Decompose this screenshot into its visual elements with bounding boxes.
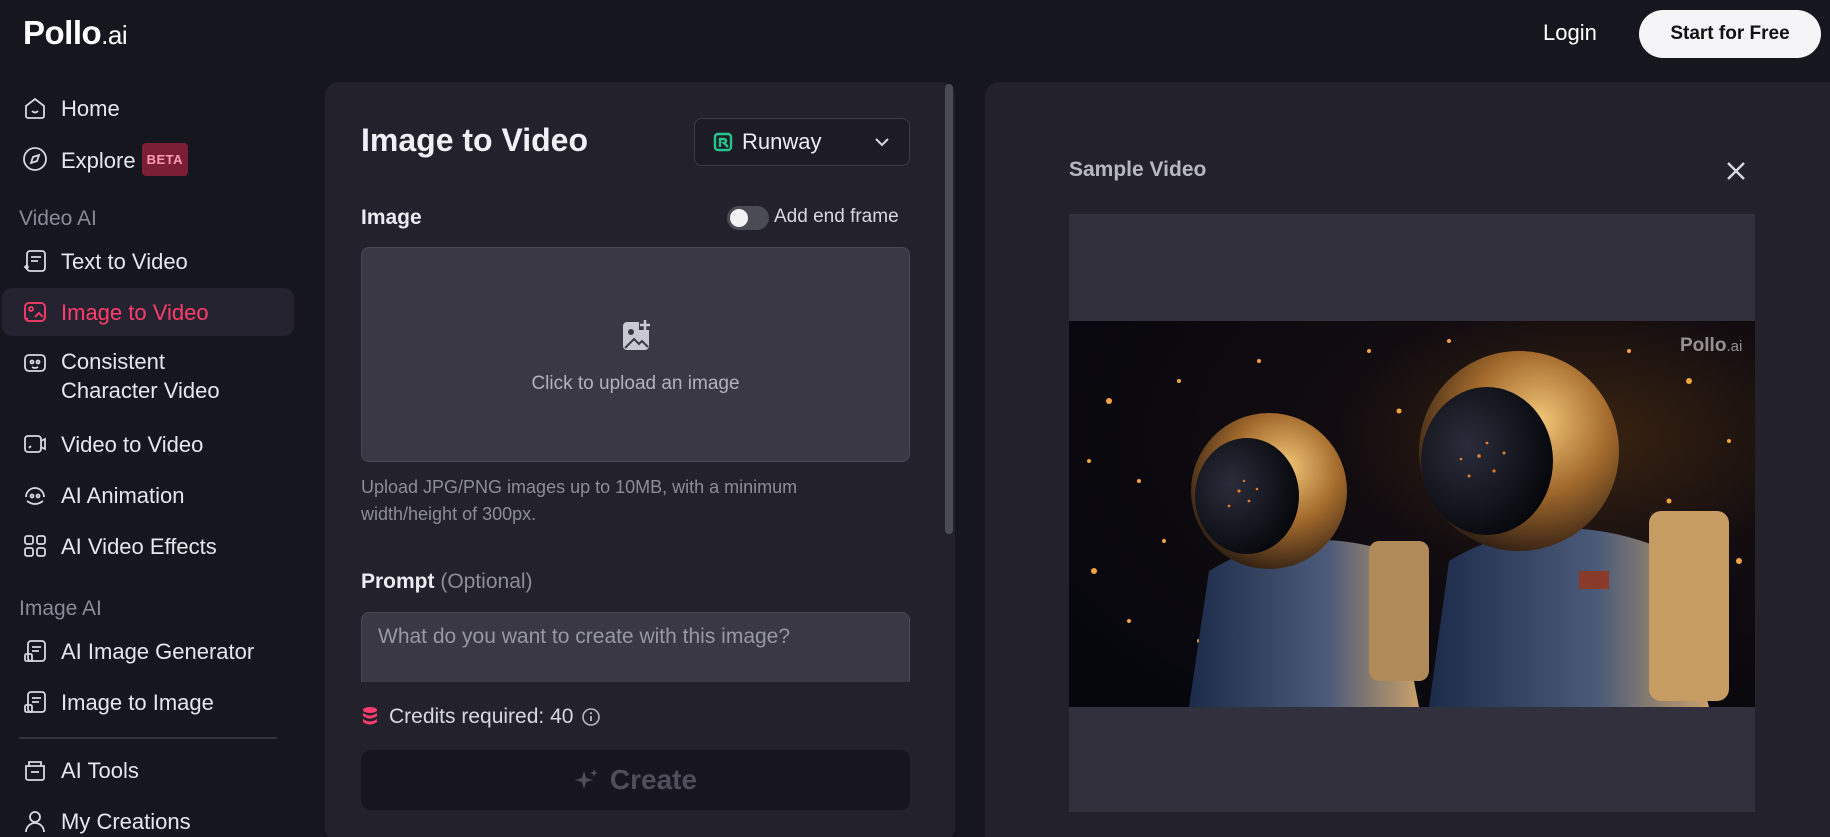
sidebar-item-text-to-video[interactable]: Text to Video (2, 237, 294, 285)
pollo-logo[interactable]: Pollo.ai (23, 14, 128, 52)
sidebar-item-ai-video-effects[interactable]: AI Video Effects (2, 522, 294, 570)
prompt-input[interactable] (361, 612, 910, 682)
sparkle-icon (574, 769, 598, 789)
image-image-icon (20, 687, 50, 717)
section-image-ai: Image AI (19, 597, 102, 620)
sidebar-item-consistent-character[interactable]: Consistent Character Video (2, 339, 294, 413)
credits-text: Credits required: 40 (389, 705, 574, 728)
sidebar-item-label: AI Video Effects (61, 533, 217, 559)
sidebar-item-label: Video to Video (61, 431, 204, 457)
sidebar-item-ai-animation[interactable]: AI Animation (2, 471, 294, 519)
create-button[interactable]: Create (361, 750, 910, 810)
top-bar: Pollo.ai Login Start for Free (0, 0, 1830, 70)
toggle-knob (730, 209, 748, 227)
create-label: Create (609, 764, 698, 795)
pollo-watermark: Pollo.ai (1680, 335, 1742, 357)
sidebar-item-label: Home (61, 95, 120, 121)
sidebar-item-image-to-video[interactable]: Image to Video (2, 288, 294, 336)
start-for-free-button[interactable]: Start for Free (1639, 10, 1821, 58)
prompt-label-text: Prompt (361, 570, 435, 593)
sample-video-player[interactable]: Pollo.ai (1069, 214, 1755, 812)
video-video-icon (20, 429, 50, 459)
home-icon (20, 93, 50, 123)
prompt-optional: (Optional) (440, 570, 533, 593)
sidebar-item-video-to-video[interactable]: Video to Video (2, 420, 294, 468)
text-video-icon (20, 246, 50, 276)
sidebar-item-home[interactable]: Home (2, 84, 294, 132)
model-select[interactable]: Runway (694, 118, 910, 166)
runway-logo-icon (713, 132, 733, 152)
sidebar: Home Explore BETA Video AI Text to Video … (0, 70, 300, 837)
image-video-icon (20, 297, 50, 327)
sidebar-item-label: Explore BETA (61, 142, 189, 176)
sidebar-item-label: Consistent Character Video (61, 349, 220, 403)
animation-icon (20, 480, 50, 510)
sample-video-panel: Sample Video Pollo.ai (985, 82, 1830, 837)
tools-icon (20, 755, 50, 785)
info-icon[interactable] (581, 707, 601, 727)
credits-required: Credits required: 40 (361, 705, 601, 729)
sidebar-item-explore[interactable]: Explore BETA (2, 135, 294, 183)
sidebar-item-label: Image to Image (61, 689, 214, 715)
sidebar-divider (19, 737, 277, 739)
upload-hint: Upload JPG/PNG images up to 10MB, with a… (361, 477, 798, 524)
astronauts-image (1069, 321, 1755, 707)
image-to-video-form: Image to Video Runway Image Add end fram… (325, 82, 955, 837)
section-video-ai: Video AI (19, 207, 97, 230)
page-title: Image to Video (361, 122, 589, 158)
compass-icon (20, 144, 50, 174)
upload-text: Click to upload an image (531, 373, 740, 394)
beta-badge: BETA (141, 142, 189, 176)
watermark-suffix: .ai (1726, 338, 1743, 355)
image-upload-area[interactable]: Click to upload an image (361, 247, 910, 462)
effects-icon (20, 531, 50, 561)
sidebar-item-label: Text to Video (61, 248, 188, 274)
end-frame-toggle[interactable] (727, 206, 769, 230)
sidebar-item-label: AI Animation (61, 482, 185, 508)
sidebar-item-label: AI Image Generator (61, 638, 255, 664)
image-upload-icon (623, 320, 650, 350)
coins-icon (363, 707, 377, 725)
sample-title: Sample Video (1069, 158, 1207, 181)
sidebar-item-label: Image to Video (61, 299, 209, 325)
model-label: Runway (742, 129, 822, 154)
sample-video-frame: Pollo.ai (1069, 321, 1755, 707)
sidebar-item-label: AI Tools (61, 757, 139, 783)
character-icon (20, 348, 50, 378)
login-link[interactable]: Login (1543, 20, 1597, 46)
logo-suffix: .ai (101, 20, 128, 50)
sidebar-item-image-to-image[interactable]: Image to Image (2, 678, 294, 726)
logo-name: Pollo (23, 14, 102, 51)
explore-label: Explore (61, 147, 136, 173)
chevron-down-icon (875, 138, 889, 147)
sidebar-item-ai-image-generator[interactable]: AI Image Generator (2, 627, 294, 675)
image-label: Image (361, 206, 422, 229)
sidebar-item-my-creations[interactable]: My Creations (2, 797, 294, 837)
end-frame-label: Add end frame (774, 206, 899, 227)
prompt-label: Prompt (Optional) (361, 570, 533, 594)
form-scrollbar[interactable] (945, 84, 953, 534)
sidebar-item-label: My Creations (61, 808, 191, 834)
sidebar-item-ai-tools[interactable]: AI Tools (2, 746, 294, 794)
close-icon[interactable] (1724, 159, 1748, 183)
watermark-name: Pollo (1680, 335, 1727, 356)
user-icon (20, 806, 50, 836)
image-gen-icon (20, 636, 50, 666)
